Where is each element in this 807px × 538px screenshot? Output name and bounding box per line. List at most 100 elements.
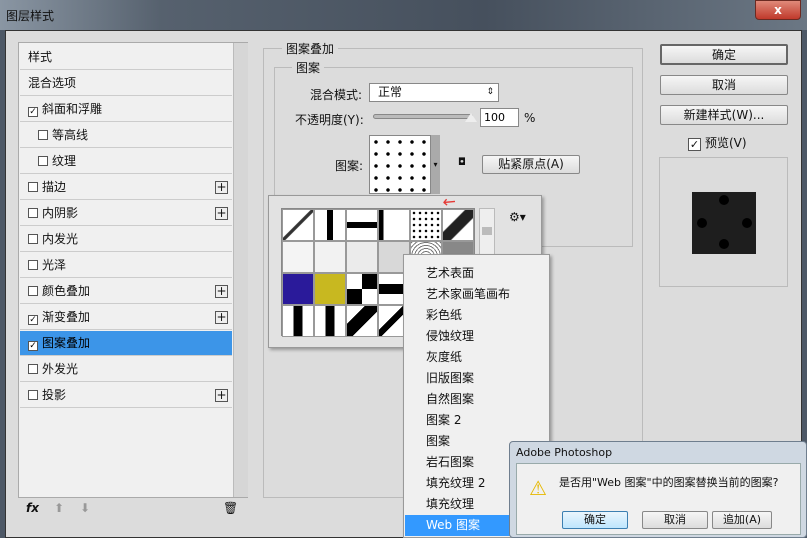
alert-ok-button[interactable]: 确定 [562,511,628,529]
style-list-toolbar: fx ⬆ ⬇ 🗑 [18,498,248,520]
sidebar-item[interactable]: 样式 [20,45,232,70]
sidebar-item-label: 外发光 [42,362,79,376]
pattern-label: 图案: [335,159,364,173]
sidebar-item-label: 图案叠加 [42,336,91,350]
sidebar-item[interactable]: 光泽 [20,253,232,278]
sidebar-item[interactable]: 描边 + [20,175,232,200]
pattern-swatch-item[interactable] [282,241,314,273]
slider-handle[interactable] [465,113,477,122]
add-icon[interactable]: + [215,207,228,220]
fx-button[interactable]: fx [26,501,39,515]
checkbox[interactable] [28,260,38,270]
sidebar-item[interactable]: 外发光 [20,357,232,382]
pattern-swatch-item[interactable] [314,273,346,305]
checkbox[interactable]: ✓ [688,138,701,151]
alert-message: 是否用"Web 图案"中的图案替换当前的图案? [559,476,779,489]
gear-icon[interactable]: ⚙▾ [509,210,526,224]
window-title: 图层样式 [6,9,55,23]
pattern-swatch[interactable] [369,135,431,194]
checkbox[interactable] [38,156,48,166]
add-icon[interactable]: + [215,181,228,194]
checkbox[interactable] [28,364,38,374]
pattern-swatch-item[interactable] [282,305,314,337]
sidebar-item-label: 样式 [28,50,53,64]
move-up-icon[interactable]: ⬆ [54,501,64,515]
sidebar-item-label: 描边 [42,180,67,194]
section-title: 图案叠加 [282,40,339,57]
sidebar-item-label: 混合选项 [28,76,77,90]
menu-item[interactable]: 图案 2 [405,410,548,431]
ok-button[interactable]: 确定 [660,44,788,65]
menu-item[interactable]: 艺术表面 [405,263,548,284]
blend-mode-label: 混合模式: [310,88,363,102]
pattern-swatch-item[interactable] [282,273,314,305]
scrollbar[interactable] [233,43,248,497]
title-bar: 图层样式 [0,0,807,30]
pattern-swatch-item[interactable] [346,241,378,273]
pattern-swatch-item[interactable] [346,305,378,337]
menu-item[interactable]: 侵蚀纹理 [405,326,548,347]
pattern-swatch-item[interactable] [346,273,378,305]
preview-checkbox[interactable]: ✓ 预览(V) [688,134,747,151]
menu-item[interactable]: 自然图案 [405,389,548,410]
updown-icon: ⇕ [486,87,494,97]
checkbox[interactable]: ✓ [28,315,38,325]
menu-item[interactable]: 艺术家画笔画布 [405,284,548,305]
checkbox[interactable]: ✓ [28,107,38,117]
add-icon[interactable]: + [215,389,228,402]
pattern-swatch-item[interactable] [346,209,378,241]
menu-item[interactable]: 旧版图案 [405,368,548,389]
preview-label: 预览(V) [705,136,747,150]
checkbox[interactable] [28,286,38,296]
pattern-swatch-item[interactable] [442,209,474,241]
sidebar-item[interactable]: 混合选项 [20,71,232,96]
pattern-swatch-item[interactable] [314,305,346,337]
pattern-swatch-item[interactable] [314,241,346,273]
cancel-button[interactable]: 取消 [660,75,788,95]
new-style-button[interactable]: 新建样式(W)... [660,105,788,125]
opacity-input[interactable] [480,108,519,127]
move-down-icon[interactable]: ⬇ [80,501,90,515]
sidebar-item[interactable]: ✓ 渐变叠加 + [20,305,232,330]
close-button[interactable]: x [755,0,801,20]
sidebar-item[interactable]: 纹理 [20,149,232,174]
alert-cancel-button[interactable]: 取消 [642,511,708,529]
menu-item[interactable]: 灰度纸 [405,347,548,368]
checkbox[interactable] [28,234,38,244]
sidebar-item[interactable]: 等高线 [20,123,232,148]
sidebar-item-label: 斜面和浮雕 [42,102,103,116]
sidebar-item[interactable]: 投影 + [20,383,232,408]
preview-thumbnail [692,192,756,254]
checkbox[interactable] [28,390,38,400]
sidebar-item-label: 光泽 [42,258,67,272]
pattern-swatch-item[interactable] [410,209,442,241]
checkbox[interactable] [38,130,48,140]
sidebar-item-label: 内发光 [42,232,79,246]
add-icon[interactable]: + [215,311,228,324]
sidebar-item[interactable]: 颜色叠加 + [20,279,232,304]
warning-icon: ⚠ [529,476,547,500]
alert-append-button[interactable]: 追加(A) [712,511,772,529]
pattern-swatch-item[interactable] [378,209,410,241]
sidebar-item[interactable]: ✓ 图案叠加 [20,331,232,356]
new-preset-icon[interactable]: ◘ [458,157,466,168]
snap-to-origin-button[interactable]: 贴紧原点(A) [482,155,580,174]
pattern-swatch-item[interactable] [282,209,314,241]
trash-icon[interactable]: 🗑 [223,501,238,515]
sidebar-item[interactable]: 内阴影 + [20,201,232,226]
pattern-swatch-item[interactable] [314,209,346,241]
add-icon[interactable]: + [215,285,228,298]
sidebar-item-label: 纹理 [52,154,77,168]
alert-dialog: Adobe Photoshop ⚠ 是否用"Web 图案"中的图案替换当前的图案… [509,441,807,538]
menu-item[interactable]: 彩色纸 [405,305,548,326]
pattern-dropdown-arrow[interactable]: ▾ [431,135,440,194]
sidebar-item[interactable]: ✓ 斜面和浮雕 [20,97,232,122]
opacity-slider[interactable] [373,114,473,119]
checkbox[interactable]: ✓ [28,341,38,351]
checkbox[interactable] [28,182,38,192]
sidebar-item-label: 渐变叠加 [42,310,91,324]
sidebar-item[interactable]: 内发光 [20,227,232,252]
opacity-unit: % [524,111,536,125]
blend-mode-select[interactable]: 正常 ⇕ [369,83,499,102]
checkbox[interactable] [28,208,38,218]
